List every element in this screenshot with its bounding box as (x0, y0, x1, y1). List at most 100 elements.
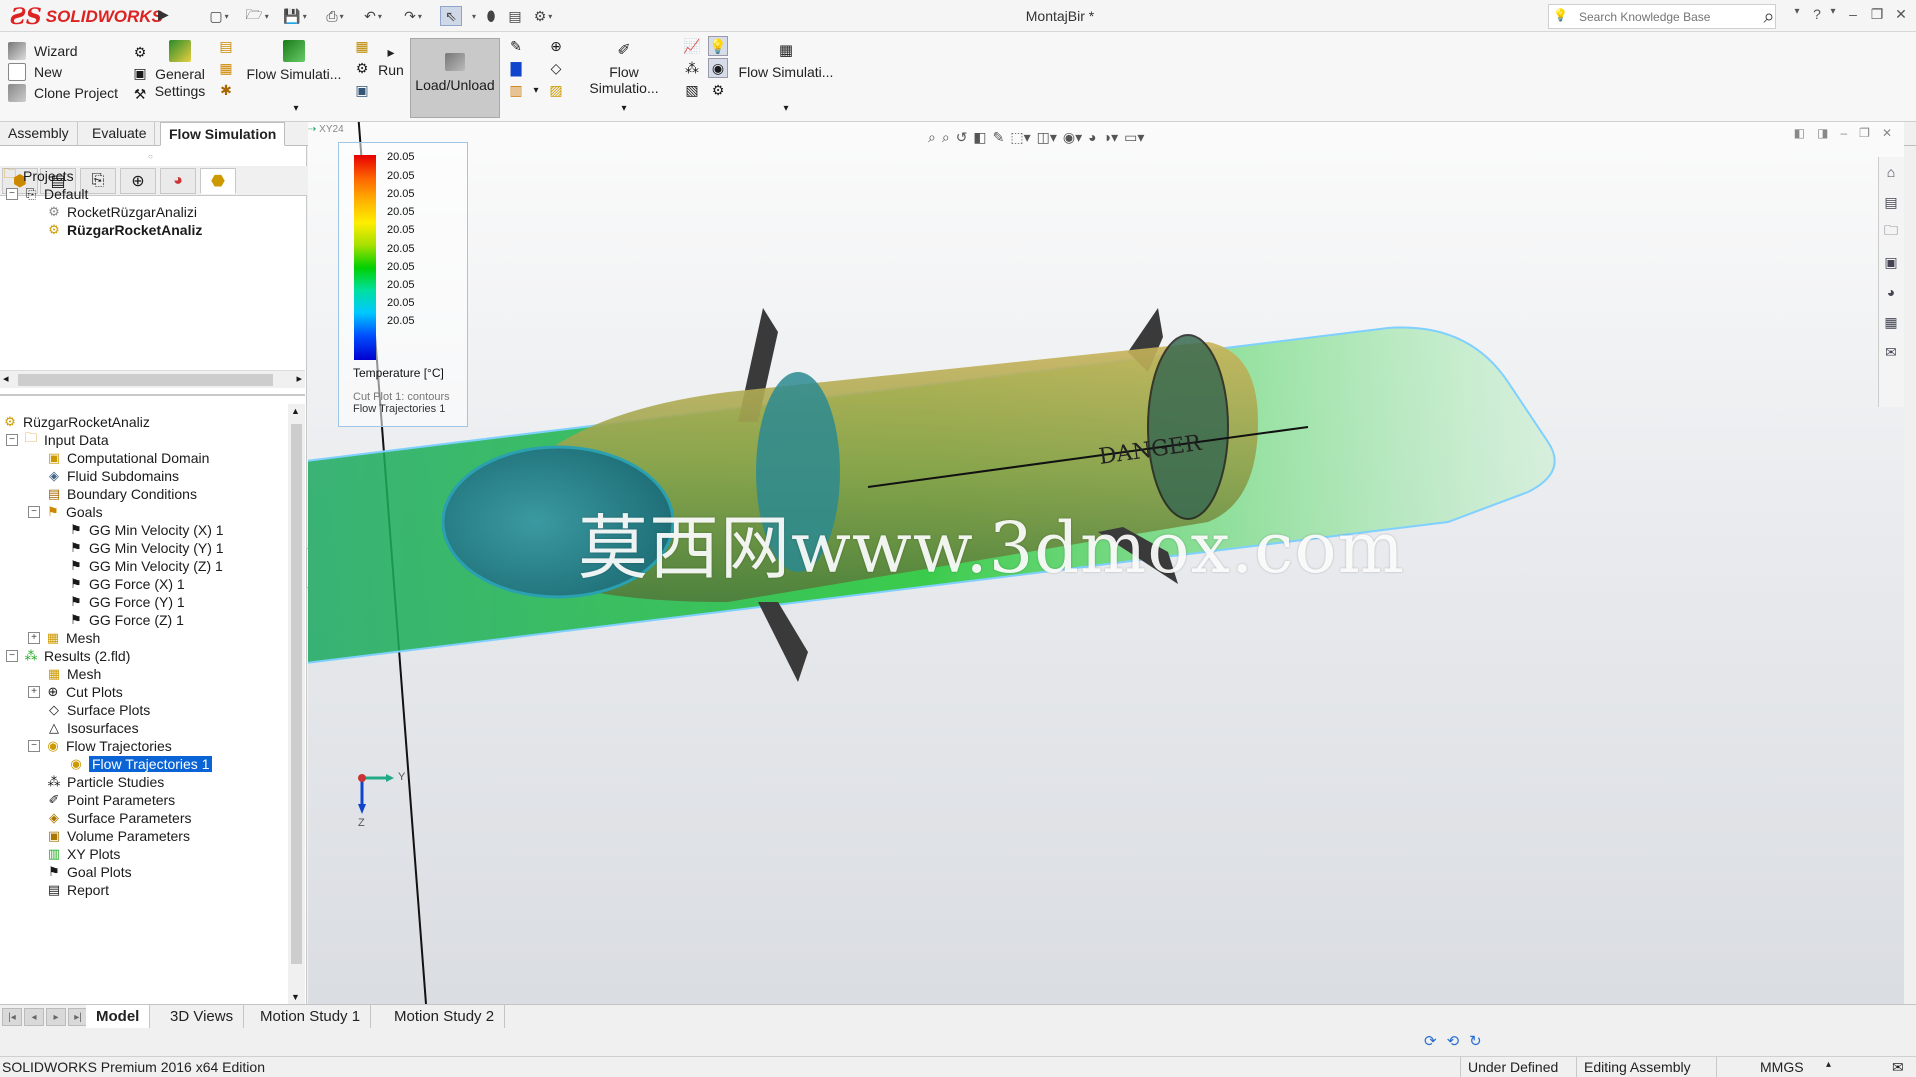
tree-computational-domain[interactable]: ▣ Computational Domain (46, 448, 210, 468)
new-project-button[interactable]: New (8, 63, 62, 81)
chart-dropdown-icon[interactable]: ▾ (526, 80, 546, 100)
expand-icon[interactable]: + (28, 632, 40, 644)
solidworks-logo[interactable]: ƧS SOLIDWORKS (10, 4, 163, 30)
solver-icon[interactable]: ⚙ (352, 58, 372, 78)
edit-appearance-icon[interactable]: ◕ (1088, 129, 1096, 145)
section-view-icon[interactable]: ◧ (973, 129, 986, 146)
tab-evaluate[interactable]: Evaluate (84, 122, 156, 146)
expand-icon[interactable]: + (28, 686, 40, 698)
appearances-icon[interactable]: ◕ (1879, 277, 1903, 307)
tree-goal-item[interactable]: ⚑ GG Min Velocity (X) 1 (68, 520, 223, 540)
save-results-icon[interactable]: ▇ (506, 58, 526, 78)
units-dropdown-icon[interactable]: ▴ (1826, 1059, 1831, 1070)
panel-grip-icon[interactable]: ○ (148, 152, 156, 161)
tree-cut-plots[interactable]: + ⊕ Cut Plots (28, 682, 123, 702)
open-folder-icon[interactable]: 🗁 ▾ (245, 6, 268, 26)
scroll-thumb[interactable] (18, 374, 273, 386)
project-wizard-icon[interactable]: ⚙ (130, 42, 150, 62)
last-tab-icon[interactable]: ▸| (68, 1008, 88, 1026)
tile-left-icon[interactable]: ◧ (1794, 126, 1805, 140)
units-selector[interactable]: MMGS (1760, 1059, 1804, 1075)
scroll-right-icon[interactable]: ▸ (296, 372, 302, 385)
undo-icon[interactable]: ↶ ▾ (362, 6, 384, 26)
next-tab-icon[interactable]: ▸ (46, 1008, 66, 1026)
tree-surface-parameters[interactable]: ◈ Surface Parameters (46, 808, 192, 828)
scroll-left-icon[interactable]: ◂ (3, 372, 9, 385)
minimize-icon[interactable]: – (1842, 6, 1864, 26)
search-knowledge-base[interactable]: 💡 (1548, 4, 1776, 29)
goal-plot-icon[interactable]: ▧ (682, 80, 702, 100)
refresh-icon[interactable]: ↻ (1469, 1032, 1482, 1050)
tree-volume-parameters[interactable]: ▣ Volume Parameters (46, 826, 190, 846)
tree-goal-item[interactable]: ⚑ GG Min Velocity (Z) 1 (68, 556, 223, 576)
tree-xy-plots[interactable]: ▥ XY Plots (46, 844, 121, 864)
tree-results[interactable]: − ⁂ Results (2.fld) (6, 646, 130, 666)
print-icon[interactable]: ⎙ ▾ (324, 6, 346, 26)
close-icon[interactable]: ✕ (1890, 6, 1912, 26)
tab-motion-study-1[interactable]: Motion Study 1 (250, 1005, 372, 1029)
chart-icon[interactable]: ▥ (506, 80, 526, 100)
tab-motion-study-2[interactable]: Motion Study 2 (384, 1005, 506, 1029)
tools-icon[interactable]: ⚒ (130, 84, 150, 104)
isosurface-icon[interactable]: ▨ (546, 80, 566, 100)
tooltip-icon[interactable]: ✉ (1892, 1059, 1904, 1076)
cut-plot-icon[interactable]: ⊕ (546, 36, 566, 56)
tree-goal-item[interactable]: ⚑ GG Force (X) 1 (68, 574, 185, 594)
computational-domain-icon[interactable]: ▤ (216, 36, 236, 56)
tree-flow-trajectories[interactable]: − ◉ Flow Trajectories (28, 736, 172, 756)
display-manager-tab-icon[interactable]: ◕ (160, 168, 196, 194)
collapse-icon[interactable]: − (6, 650, 18, 662)
load-unload-button[interactable]: Load/Unload (410, 38, 500, 118)
prev-tab-icon[interactable]: ◂ (24, 1008, 44, 1026)
options-gear-icon[interactable]: ⚙ ▾ (532, 6, 554, 26)
file-explorer-icon[interactable]: 🗀 (1879, 217, 1903, 247)
tree-input-data[interactable]: − 🗀 Input Data (6, 430, 109, 450)
first-tab-icon[interactable]: |◂ (2, 1008, 22, 1026)
flow-sim-dropdown-icon[interactable]: ▾ (286, 98, 306, 118)
save-icon[interactable]: 💾 ▾ (283, 6, 306, 26)
zoom-to-fit-icon[interactable]: ⌕ (928, 129, 936, 146)
tile-right-icon[interactable]: ◨ (1817, 126, 1828, 140)
scroll-down-icon[interactable]: ▼ (291, 992, 300, 1002)
search-icon[interactable]: ⌕ (1754, 4, 1784, 30)
flow-simulation-tools-button[interactable]: Flow Simulati... (246, 40, 342, 82)
rebuild-icon[interactable]: ⟳ (1424, 1032, 1437, 1050)
general-settings-button[interactable]: General Settings (152, 40, 208, 100)
tree-fluid-subdomains[interactable]: ◈ Fluid Subdomains (46, 466, 179, 486)
tree-projects[interactable]: 🗀 Projects (2, 166, 73, 186)
dimxpert-tab-icon[interactable]: ⊕ (120, 168, 156, 194)
viewport-close-icon[interactable]: ✕ (1882, 126, 1892, 140)
particle-icon[interactable]: ⁂ (682, 58, 702, 78)
dynamic-annotation-icon[interactable]: ✎ (993, 129, 1005, 146)
tab-assembly[interactable]: Assembly (0, 122, 78, 146)
flow-simulation-tab-icon[interactable]: ⬣ (200, 168, 236, 194)
zoom-area-icon[interactable]: ⌕ (942, 129, 950, 146)
goals-icon[interactable]: ▦ (216, 58, 236, 78)
help-dropdown-icon[interactable]: ▾ (1822, 6, 1844, 26)
batch-run-icon[interactable]: ▣ (352, 80, 372, 100)
tree-goal-item[interactable]: ⚑ GG Force (Z) 1 (68, 610, 184, 630)
forum-icon[interactable]: ✉ (1879, 337, 1903, 367)
tree-particle-studies[interactable]: ⁂ Particle Studies (46, 772, 165, 792)
tree-mesh-input[interactable]: + ▦ Mesh (28, 628, 100, 648)
tree-goal-item[interactable]: ⚑ GG Force (Y) 1 (68, 592, 185, 612)
xy-plot-icon[interactable]: 📈 (682, 36, 702, 56)
surface-plot-icon[interactable]: ◇ (546, 58, 566, 78)
tree-flow-trajectories-1[interactable]: ◉ Flow Trajectories 1 (68, 754, 214, 774)
tab-3d-views[interactable]: 3D Views (160, 1005, 245, 1029)
tree-goals[interactable]: − ⚑ Goals (28, 502, 103, 522)
scroll-thumb[interactable] (291, 424, 302, 964)
settings-cog-icon[interactable]: ⚙ (708, 80, 728, 100)
tree-surface-plots[interactable]: ◇ Surface Plots (46, 700, 150, 720)
viewport-restore-icon[interactable]: ❐ (1859, 126, 1870, 140)
horizontal-scrollbar[interactable]: ◂ ▸ (0, 370, 305, 388)
vertical-scrollbar[interactable]: ▲ ▼ (288, 404, 305, 1004)
new-document-icon[interactable]: ▢ ▾ (208, 6, 230, 26)
select-arrow-icon[interactable]: ⇖ (440, 6, 462, 26)
custom-properties-icon[interactable]: ▦ (1879, 307, 1903, 337)
home-icon[interactable]: ⌂ (1879, 157, 1903, 187)
scene-icon[interactable]: ◑▾ (1103, 129, 1118, 146)
scroll-up-icon[interactable]: ▲ (291, 406, 300, 416)
collapse-icon[interactable]: − (6, 188, 18, 200)
view-settings-icon[interactable]: ▭▾ (1124, 129, 1144, 146)
